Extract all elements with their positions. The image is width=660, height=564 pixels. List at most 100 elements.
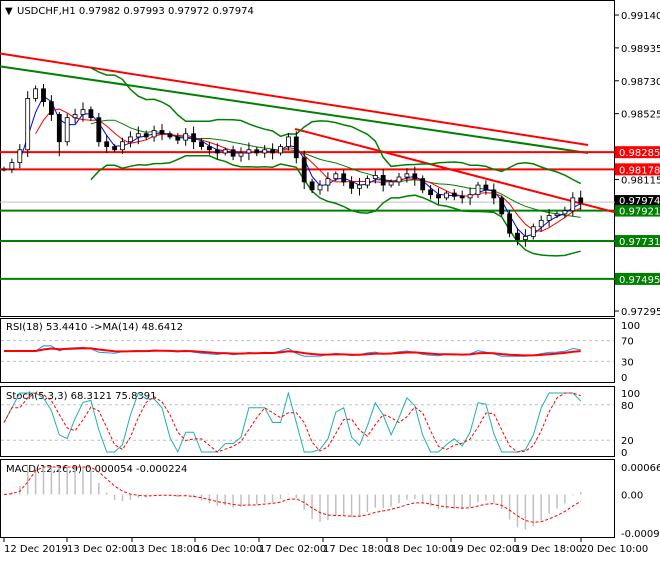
price-tick-label: 0.97295 (621, 307, 660, 318)
candle-body (255, 150, 259, 153)
candle-body (73, 114, 77, 117)
candle-body (373, 175, 377, 178)
price-panel[interactable]: ▼ USDCHF,H1 0.97982 0.97993 0.97972 0.97… (0, 1, 615, 317)
candle-body (18, 150, 22, 163)
level-price-label: 0.97921 (619, 207, 660, 218)
candle-body (263, 150, 267, 153)
candle-body (113, 147, 117, 150)
macd-panel[interactable]: MACD(12,26,9) 0.000054 -0.000224 0.00066… (1, 460, 660, 541)
candle-body (168, 134, 172, 137)
price-tick-label: 0.98935 (621, 44, 660, 55)
stoch-tick-label: 20 (621, 436, 634, 447)
candle-body (460, 196, 464, 198)
price-tick-label: 0.98115 (621, 175, 660, 186)
stoch-tick-label: 100 (621, 389, 640, 400)
candle-body (437, 195, 441, 198)
time-tick-label: 17 Dec 18:00 (323, 544, 390, 555)
candle-body (144, 134, 148, 137)
candle-body (286, 137, 290, 147)
rsi-tick-label: 0 (621, 373, 627, 384)
candle-body (34, 89, 38, 99)
candle-body (302, 158, 306, 182)
candle-body (200, 142, 204, 147)
trading-chart[interactable]: ▼ USDCHF,H1 0.97982 0.97993 0.97972 0.97… (0, 0, 660, 560)
candle-body (294, 137, 298, 158)
candle-body (381, 175, 385, 185)
candle-body (247, 150, 251, 153)
candle-body (223, 150, 227, 153)
candle-body (10, 163, 14, 169)
collapse-triangle-icon[interactable]: ▼ (5, 6, 13, 17)
candle-body (42, 89, 46, 102)
candle-body (492, 190, 496, 198)
candle-body (334, 174, 338, 179)
candle-body (318, 185, 322, 190)
candle-body (342, 174, 346, 182)
candle-body (571, 198, 575, 211)
candle-body (358, 185, 362, 188)
candle-body (81, 110, 85, 115)
rsi-tick-label: 30 (621, 357, 634, 368)
candle-body (421, 179, 425, 190)
candle-body (310, 182, 314, 190)
candle-body (152, 131, 156, 137)
candle-body (389, 182, 393, 185)
candle-body (176, 137, 180, 140)
candle-body (2, 169, 6, 170)
price-tick-label: 0.99140 (621, 11, 660, 22)
candle-body (160, 131, 164, 134)
candle-body (215, 150, 219, 153)
stoch-tick-label: 80 (621, 401, 634, 412)
candle-body (452, 193, 456, 196)
candle-body (128, 137, 132, 142)
candle-body (350, 182, 354, 188)
rsi-tick-label: 100 (621, 321, 640, 332)
candle-body (365, 179, 369, 185)
candle-body (192, 134, 196, 142)
candle-body (413, 174, 417, 179)
level-price-label: 0.98285 (619, 148, 660, 159)
candle-body (468, 195, 472, 198)
candle-body (397, 177, 401, 182)
candle-body (97, 118, 101, 142)
candle-body (405, 174, 409, 177)
candle-body (239, 153, 243, 156)
candle-body (444, 193, 448, 198)
time-tick-label: 20 Dec 10:00 (581, 544, 648, 555)
price-axis[interactable]: 0.99140 0.98935 0.98730 0.98525 0.98115 0.972… (615, 11, 660, 318)
symbol-header: USDCHF,H1 0.97982 0.97993 0.97972 0.9797… (17, 6, 254, 17)
macd-tick-label: 0.000664 (621, 463, 660, 474)
candle-body (89, 110, 93, 118)
price-tick-label: 0.98730 (621, 77, 660, 88)
candle-body (121, 142, 125, 150)
candle-body (26, 98, 30, 149)
candle-body (531, 227, 535, 237)
candle-body (563, 211, 567, 214)
macd-tick-label: 0.00 (621, 491, 643, 502)
rsi-tick-label: 70 (621, 337, 634, 348)
macd-label: MACD(12,26,9) 0.000054 -0.000224 (6, 464, 187, 475)
candle-body (136, 134, 140, 137)
candle-body (516, 233, 520, 239)
time-tick-label: 19 Dec 02:00 (451, 544, 518, 555)
candle-body (523, 236, 527, 239)
candle-body (105, 142, 109, 147)
candle-body (231, 150, 235, 156)
stochastic-panel[interactable]: Stoch(5,3,3) 68.3121 75.8391 10080200 (1, 387, 641, 460)
price-tick-label: 0.98525 (621, 110, 660, 121)
candle-body (429, 190, 433, 195)
stoch-tick-label: 0 (621, 448, 627, 459)
macd-tick-label: -0.000928 (621, 529, 660, 540)
level-price-label: 0.97495 (619, 275, 660, 286)
rsi-label: RSI(18) 53.4410 ->MA(14) 48.6412 (6, 322, 183, 333)
candle-body (484, 185, 488, 190)
candle-body (57, 114, 61, 141)
candle-body (207, 147, 211, 150)
time-tick-label: 18 Dec 10:00 (387, 544, 454, 555)
time-tick-label: 13 Dec 02:00 (67, 544, 134, 555)
rsi-panel[interactable]: RSI(18) 53.4410 ->MA(14) 48.6412 100 70 30… (1, 319, 641, 385)
candle-body (500, 198, 504, 214)
time-tick-label: 12 Dec 2019 (4, 544, 68, 555)
time-axis: 12 Dec 201913 Dec 02:0013 Dec 18:0016 De… (4, 538, 648, 555)
level-price-label: 0.98178 (619, 165, 660, 176)
